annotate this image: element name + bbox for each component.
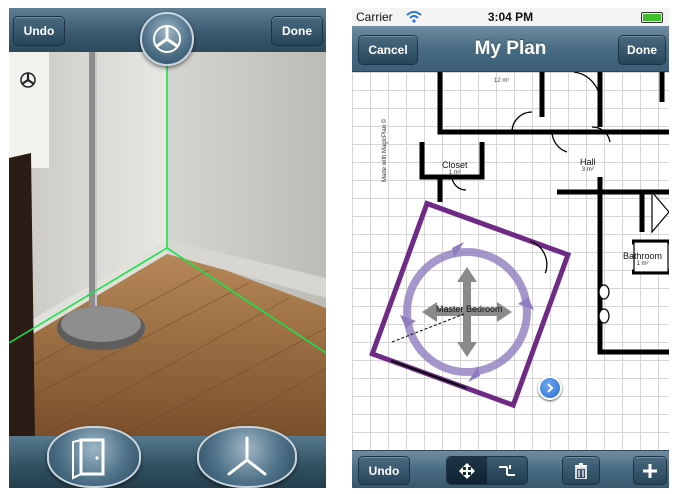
room-label-closet: Closet 1 m² bbox=[442, 160, 468, 176]
mode-segmented-control bbox=[446, 456, 528, 485]
move-arrows-icon bbox=[459, 462, 475, 479]
tripod-small-icon[interactable] bbox=[18, 70, 38, 90]
room-area-bathroom: 1 m² bbox=[636, 261, 649, 267]
add-button[interactable] bbox=[633, 456, 667, 485]
trash-icon bbox=[575, 462, 587, 479]
camera-view bbox=[9, 48, 326, 439]
room-label-bathroom: Bathroom 1 m² bbox=[623, 251, 662, 267]
done-button[interactable]: Done bbox=[271, 16, 323, 46]
status-bar: Carrier 3:04 PM bbox=[352, 8, 669, 26]
bottom-toolbar: Undo bbox=[352, 450, 669, 488]
floor-plan-drawing bbox=[369, 72, 669, 409]
floor-plan-canvas[interactable]: Closet 1 m² Hall 3 m² Bathroom 1 m² Mast… bbox=[352, 72, 669, 450]
room-name-closet: Closet bbox=[442, 160, 468, 170]
plan-screen: Carrier 3:04 PM My Plan Cancel Done Clos… bbox=[352, 8, 669, 488]
tripod-compass-button[interactable] bbox=[140, 12, 194, 66]
room-area-hall: 3 m² bbox=[581, 167, 594, 173]
done-button[interactable]: Done bbox=[618, 35, 666, 65]
room-info-button[interactable] bbox=[538, 376, 562, 400]
watermark: Made with MagicPlan © bbox=[382, 118, 388, 182]
plus-icon bbox=[643, 463, 657, 478]
undo-button[interactable]: Undo bbox=[13, 16, 65, 46]
add-door-button[interactable] bbox=[47, 426, 141, 488]
chevron-right-icon bbox=[547, 383, 554, 393]
split-wall-button[interactable] bbox=[487, 457, 527, 484]
delete-button[interactable] bbox=[562, 456, 600, 485]
add-corner-button[interactable] bbox=[197, 426, 297, 488]
room-area-top: 12 m² bbox=[494, 78, 510, 84]
split-wall-icon bbox=[499, 464, 515, 476]
clock: 3:04 PM bbox=[487, 10, 534, 24]
move-mode-button[interactable] bbox=[447, 457, 487, 484]
room-name-hall: Hall bbox=[580, 157, 596, 167]
room-label-master-bedroom[interactable]: Master Bedroom bbox=[436, 304, 503, 314]
cancel-button[interactable]: Cancel bbox=[358, 35, 418, 65]
door-icon bbox=[72, 438, 105, 480]
room-label-hall: Hall 3 m² bbox=[580, 157, 596, 173]
battery-icon bbox=[641, 12, 663, 23]
room-area-closet: 1 m² bbox=[448, 170, 461, 176]
room-name-bathroom: Bathroom bbox=[623, 251, 663, 261]
undo-button[interactable]: Undo bbox=[358, 456, 410, 485]
camera-screen: Undo Done bbox=[9, 8, 326, 488]
corner-axes-icon bbox=[227, 436, 267, 476]
tripod-compass-icon bbox=[153, 25, 181, 53]
